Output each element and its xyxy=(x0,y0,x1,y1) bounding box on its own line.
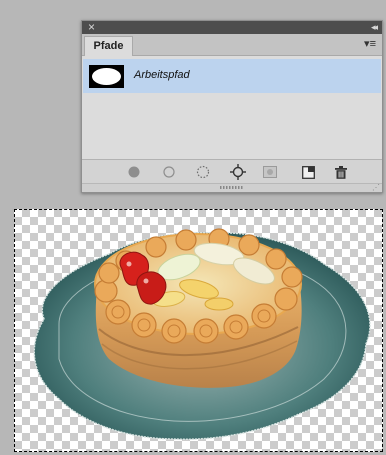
tab-pfade[interactable]: Pfade xyxy=(84,36,133,56)
add-mask-icon[interactable] xyxy=(262,164,278,180)
path-name-label[interactable]: Arbeitspfad xyxy=(134,69,190,81)
panel-tabstrip: Pfade ▾≡ xyxy=(82,34,382,56)
make-work-path-icon[interactable] xyxy=(230,164,246,180)
panel-titlebar[interactable]: × ◂◂ xyxy=(82,20,382,34)
grip-dots xyxy=(220,186,244,189)
close-icon[interactable]: × xyxy=(88,20,95,34)
corner-resize-icon[interactable]: ⋰ xyxy=(372,183,380,192)
stroke-path-icon[interactable] xyxy=(161,164,177,180)
fill-path-icon[interactable] xyxy=(126,164,142,180)
load-selection-icon[interactable] xyxy=(195,164,211,180)
path-list-item[interactable]: Arbeitspfad xyxy=(83,59,381,93)
delete-path-icon[interactable] xyxy=(333,164,349,180)
panel-menu-icon[interactable]: ▾≡ xyxy=(364,38,376,50)
path-thumbnail xyxy=(89,65,124,88)
collapse-icon[interactable]: ◂◂ xyxy=(371,21,378,34)
panel-resize-grip[interactable]: ⋰ xyxy=(82,183,382,192)
new-path-icon[interactable] xyxy=(300,164,316,180)
cake-image xyxy=(33,228,371,441)
document-canvas[interactable] xyxy=(14,209,383,452)
path-list-empty-area[interactable] xyxy=(83,93,381,159)
panel-button-bar xyxy=(82,159,382,183)
ellipse-shape xyxy=(92,68,121,85)
paths-panel: × ◂◂ Pfade ▾≡ Arbeitspfad ⋰ xyxy=(81,20,383,193)
